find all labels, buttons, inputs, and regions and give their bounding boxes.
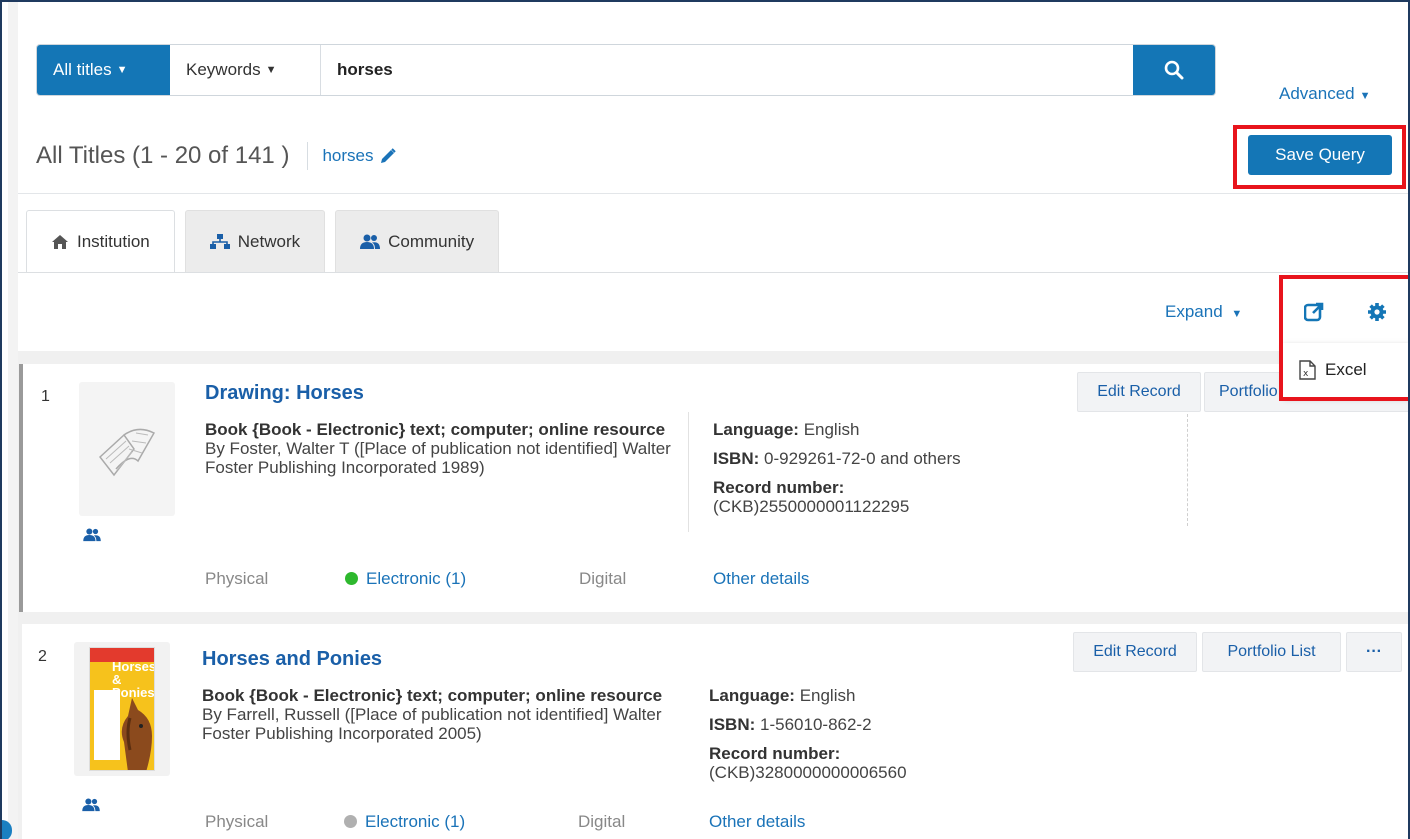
horse-head-icon (121, 698, 152, 770)
search-icon (1164, 60, 1184, 80)
physical-availability: Physical (205, 569, 269, 588)
record-number-label: Record number: (713, 478, 845, 497)
field-label: Keywords (186, 60, 261, 79)
search-input[interactable] (321, 45, 1133, 95)
book-cover-image: Horses & Ponies (89, 647, 155, 771)
search-bar: All titles ▼ Keywords ▼ (36, 44, 1216, 96)
expand-label: Expand (1165, 302, 1223, 321)
query-chip[interactable]: horses (322, 146, 397, 166)
other-details-link[interactable]: Other details (713, 569, 809, 589)
book-thumbnail[interactable]: Horses & Ponies (74, 642, 170, 776)
search-button[interactable] (1133, 45, 1215, 95)
users-icon (360, 234, 381, 249)
tab-institution[interactable]: Institution (26, 210, 175, 273)
record-number-value: (CKB)3280000000006560 (709, 763, 907, 782)
availability-row: Physical Electronic (1) Digital (205, 569, 626, 589)
scope-dropdown[interactable]: All titles ▼ (37, 45, 170, 95)
digital-availability: Digital (579, 569, 627, 588)
advanced-search-link[interactable]: Advanced ▼ (1279, 84, 1371, 104)
book-thumbnail[interactable] (79, 382, 175, 516)
language-label: Language: (713, 420, 799, 439)
record-number-label: Record number: (709, 744, 841, 763)
highlight-box (1233, 125, 1406, 189)
language-label: Language: (709, 686, 795, 705)
result-card: 2 Horses & Ponies Horses and Ponies Book… (22, 624, 1408, 839)
divider (307, 142, 309, 170)
left-gutter (8, 2, 18, 839)
pencil-icon[interactable] (379, 147, 397, 165)
app-frame: All titles ▼ Keywords ▼ Advanced ▼ All Ti… (0, 0, 1410, 839)
record-byline: By Farrell, Russell ([Place of publicati… (202, 705, 662, 743)
isbn-value: 1-56010-862-2 (760, 715, 872, 734)
electronic-label: Electronic (1) (365, 812, 466, 831)
scope-label: All titles (53, 60, 112, 79)
tab-bar: Institution Network Community (26, 210, 500, 273)
edit-record-button[interactable]: Edit Record (1077, 372, 1201, 412)
users-icon (82, 798, 100, 812)
record-title-link[interactable]: Drawing: Horses (205, 382, 364, 405)
advanced-label: Advanced (1279, 84, 1355, 103)
result-card: 1 Drawing: Horses Book {Book - Electroni… (19, 364, 1408, 612)
available-dot-icon (345, 572, 358, 585)
record-description: Book {Book - Electronic} text; computer;… (202, 686, 672, 743)
page-title: All Titles (1 - 20 of 141 ) (36, 142, 290, 169)
language-value: English (799, 686, 856, 705)
caret-down-icon: ▼ (1231, 308, 1243, 320)
network-icon (209, 233, 230, 249)
electronic-availability-link[interactable]: Electronic (1) (345, 569, 579, 589)
digital-availability: Digital (578, 812, 626, 831)
electronic-availability-link[interactable]: Electronic (1) (344, 812, 578, 832)
isbn-value: 0-929261-72-0 and others (764, 449, 961, 468)
isbn-label: ISBN: (713, 449, 760, 468)
result-index: 1 (41, 388, 50, 405)
divider (18, 193, 1408, 194)
home-icon (52, 235, 68, 249)
record-number-value: (CKB)2550000001122295 (713, 497, 910, 516)
tab-label: Community (388, 231, 475, 251)
language-value: English (803, 420, 860, 439)
record-byline: By Foster, Walter T ([Place of publicati… (205, 439, 671, 477)
availability-row: Physical Electronic (1) Digital (205, 812, 625, 832)
record-title-link[interactable]: Horses and Ponies (202, 648, 382, 671)
record-description: Book {Book - Electronic} text; computer;… (205, 420, 675, 477)
isbn-label: ISBN: (709, 715, 756, 734)
tab-label: Institution (77, 232, 150, 251)
open-book-icon (98, 428, 156, 477)
portfolio-list-button[interactable]: Portfolio List (1202, 632, 1341, 672)
field-dropdown[interactable]: Keywords ▼ (170, 45, 321, 95)
tab-network[interactable]: Network (184, 210, 326, 272)
caret-down-icon: ▼ (265, 64, 277, 76)
expand-dropdown[interactable]: Expand ▼ (1165, 302, 1242, 322)
results-header: All Titles (1 - 20 of 141 ) horses (36, 142, 397, 170)
record-metadata: Language: English ISBN: 1-56010-862-2 Re… (709, 686, 969, 792)
divider (1187, 414, 1188, 526)
tab-community[interactable]: Community (335, 210, 500, 272)
record-metadata: Language: English ISBN: 0-929261-72-0 an… (713, 420, 973, 526)
tab-label: Network (237, 231, 301, 251)
query-chip-label: horses (322, 146, 374, 165)
result-index: 2 (38, 648, 47, 665)
other-details-link[interactable]: Other details (709, 812, 805, 832)
edit-record-button[interactable]: Edit Record (1073, 632, 1197, 672)
caret-down-icon: ▼ (116, 64, 128, 76)
highlight-box (1279, 275, 1408, 401)
unavailable-dot-icon (344, 815, 357, 828)
caret-down-icon: ▼ (1359, 90, 1371, 102)
electronic-label: Electronic (1) (366, 569, 467, 588)
divider (688, 412, 689, 532)
users-icon (83, 528, 101, 542)
physical-availability: Physical (205, 812, 269, 831)
more-actions-button[interactable]: ··· (1346, 632, 1402, 672)
record-type: Book {Book - Electronic} text; computer;… (205, 420, 666, 439)
record-type: Book {Book - Electronic} text; computer;… (202, 686, 663, 705)
